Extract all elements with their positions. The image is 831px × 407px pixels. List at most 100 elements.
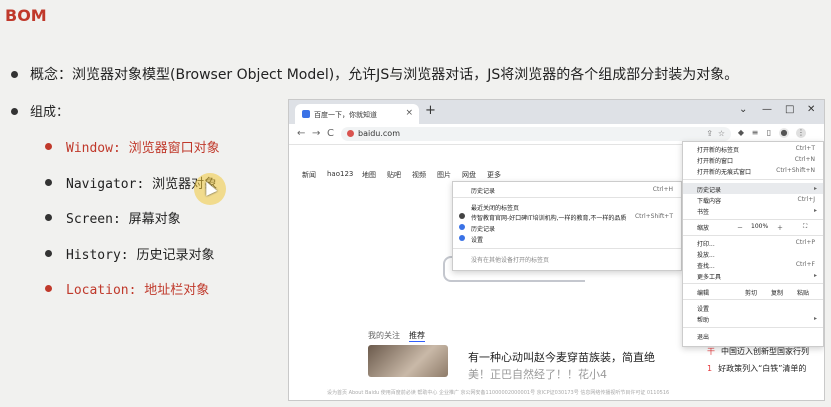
minimize-button[interactable]: —	[762, 104, 772, 115]
menu-history[interactable]: 历史记录	[697, 185, 721, 194]
bullet-dot	[45, 285, 52, 292]
back-button[interactable]: ←	[297, 128, 305, 139]
side-panel-icon[interactable]: ▯	[764, 128, 774, 138]
separator	[683, 327, 823, 328]
item-history: History: 历史记录对象	[66, 248, 215, 263]
nav-link[interactable]: 网盘	[462, 170, 476, 180]
site-info-icon[interactable]	[347, 130, 354, 137]
menu-new-window[interactable]: 打开新的窗口	[697, 156, 733, 165]
feed-tab-recommend[interactable]: 推荐	[409, 330, 425, 342]
forward-button[interactable]: →	[312, 128, 320, 139]
chevron-right-icon: ▸	[813, 185, 817, 192]
feed-tab-following[interactable]: 我的关注	[368, 330, 400, 341]
nav-link[interactable]: hao123	[327, 170, 353, 178]
slide-title: BOM	[5, 6, 47, 25]
menu-more-tools[interactable]: 更多工具	[697, 272, 721, 281]
tab-search-icon[interactable]: ⌄	[739, 104, 747, 115]
nav-link[interactable]: 视频	[412, 170, 426, 180]
item-screen: Screen: 屏幕对象	[66, 212, 181, 227]
history-entry[interactable]: 设置	[471, 235, 483, 244]
baidu-favicon-icon	[302, 110, 310, 118]
cut-button[interactable]: 剪切	[745, 288, 757, 297]
menu-edit: 编辑	[697, 290, 710, 297]
extension-icon[interactable]: ◆	[736, 128, 746, 138]
settings-favicon-icon	[459, 235, 465, 241]
nav-link[interactable]: 新闻	[302, 170, 316, 180]
menu-exit[interactable]: 退出	[697, 332, 709, 341]
bullet-dot	[45, 214, 52, 221]
shortcut-label: Ctrl+P	[795, 239, 815, 246]
zoom-value: 100%	[751, 223, 769, 230]
nav-link[interactable]: 贴吧	[387, 170, 401, 180]
history-entry[interactable]: 传智教育官网-好口碑IT培训机构,一样的教育,不一样的品质	[471, 213, 626, 222]
share-icon[interactable]: ⇪	[706, 129, 713, 138]
bullet-dot	[45, 250, 52, 257]
profile-avatar-icon[interactable]: ●	[779, 128, 789, 138]
bookmark-star-icon[interactable]: ☆	[718, 129, 725, 138]
url-text: baidu.com	[358, 129, 400, 138]
menu-incognito[interactable]: 打开新的无痕式窗口	[697, 167, 751, 176]
new-tab-button[interactable]: +	[425, 103, 436, 118]
history-submenu: 历史记录 Ctrl+H 最近关闭的标签页 传智教育官网-好口碑IT培训机构,一样…	[452, 181, 682, 271]
separator	[683, 283, 823, 284]
history-entry[interactable]: 历史记录	[471, 224, 495, 233]
zoom-in-button[interactable]: ＋	[777, 223, 783, 232]
menu-zoom: 缩放	[697, 225, 710, 232]
nav-link[interactable]: 更多	[487, 170, 501, 180]
reading-list-icon[interactable]: ≡	[750, 128, 760, 138]
bullet-dot	[45, 143, 52, 150]
shortcut-label: Ctrl+F	[795, 261, 815, 268]
chevron-right-icon: ▸	[813, 315, 817, 322]
browser-window: 百度一下，你就知道 × + ⌄ — □ ✕ ← → C baidu.com ⇪ …	[288, 99, 825, 401]
bullet-dot	[11, 108, 18, 115]
browser-tab[interactable]: 百度一下，你就知道 ×	[295, 104, 419, 124]
item-location: Location: 地址栏对象	[66, 283, 210, 298]
separator	[453, 248, 681, 249]
close-window-button[interactable]: ✕	[807, 104, 815, 115]
zoom-out-button[interactable]: －	[737, 223, 743, 232]
shortcut-label: Ctrl+J	[797, 196, 815, 203]
menu-help[interactable]: 帮助	[697, 315, 709, 324]
no-devices-label: 没有在其他设备打开的标签页	[471, 257, 550, 264]
separator	[683, 219, 823, 220]
menu-settings[interactable]: 设置	[697, 304, 709, 313]
hot-item[interactable]: 1 好政策列入“白铁”清单的	[707, 363, 806, 374]
shortcut-label: Ctrl+Shift+N	[776, 167, 815, 174]
menu-find[interactable]: 查找...	[697, 261, 715, 270]
history-favicon-icon	[459, 224, 465, 230]
recent-closed-label: 最近关闭的标签页	[471, 205, 520, 212]
news-thumbnail[interactable]	[368, 345, 448, 377]
shortcut-label: Ctrl+T	[795, 145, 815, 152]
menu-downloads[interactable]: 下载内容	[697, 196, 721, 205]
composition-label: 组成：	[30, 105, 70, 120]
tab-strip: 百度一下，你就知道 × + ⌄ — □ ✕	[289, 100, 824, 124]
menu-new-tab[interactable]: 打开新的标签页	[697, 145, 739, 154]
menu-cast[interactable]: 投放...	[697, 250, 715, 259]
item-window: Window: 浏览器窗口对象	[66, 141, 220, 156]
page-footer: 设为首页 About Baidu 使用百度前必读 帮助中心 企业推广 京公网安备…	[327, 390, 670, 396]
history-shortcut: Ctrl+H	[652, 186, 673, 193]
chevron-right-icon: ▸	[813, 207, 817, 214]
hot-item[interactable]: 干中国迈入创新型国家行列	[707, 346, 809, 357]
separator	[683, 235, 823, 236]
reload-button[interactable]: C	[327, 128, 334, 139]
tab-close-icon[interactable]: ×	[405, 108, 413, 118]
bullet-dot	[11, 71, 18, 78]
maximize-button[interactable]: □	[785, 104, 794, 115]
separator	[683, 179, 823, 180]
nav-link[interactable]: 图片	[437, 170, 451, 180]
separator	[683, 299, 823, 300]
nav-link[interactable]: 地图	[362, 170, 376, 180]
copy-button[interactable]: 复制	[771, 288, 783, 297]
news-title[interactable]: 有一种心动叫赵今麦穿苗族装，简直绝	[468, 349, 655, 365]
paste-button[interactable]: 粘贴	[797, 288, 809, 297]
menu-print[interactable]: 打印...	[697, 239, 715, 248]
chevron-right-icon: ▸	[813, 272, 817, 279]
chuanzhi-favicon-icon	[459, 213, 465, 219]
history-header[interactable]: 历史记录	[471, 186, 495, 195]
history-entry-shortcut: Ctrl+Shift+T	[634, 213, 673, 220]
menu-bookmarks[interactable]: 书签	[697, 207, 709, 216]
kebab-menu-icon[interactable]: ⋮	[796, 128, 806, 138]
address-bar[interactable]: baidu.com ⇪ ☆	[341, 127, 731, 141]
fullscreen-icon[interactable]: ⛶	[803, 223, 807, 231]
